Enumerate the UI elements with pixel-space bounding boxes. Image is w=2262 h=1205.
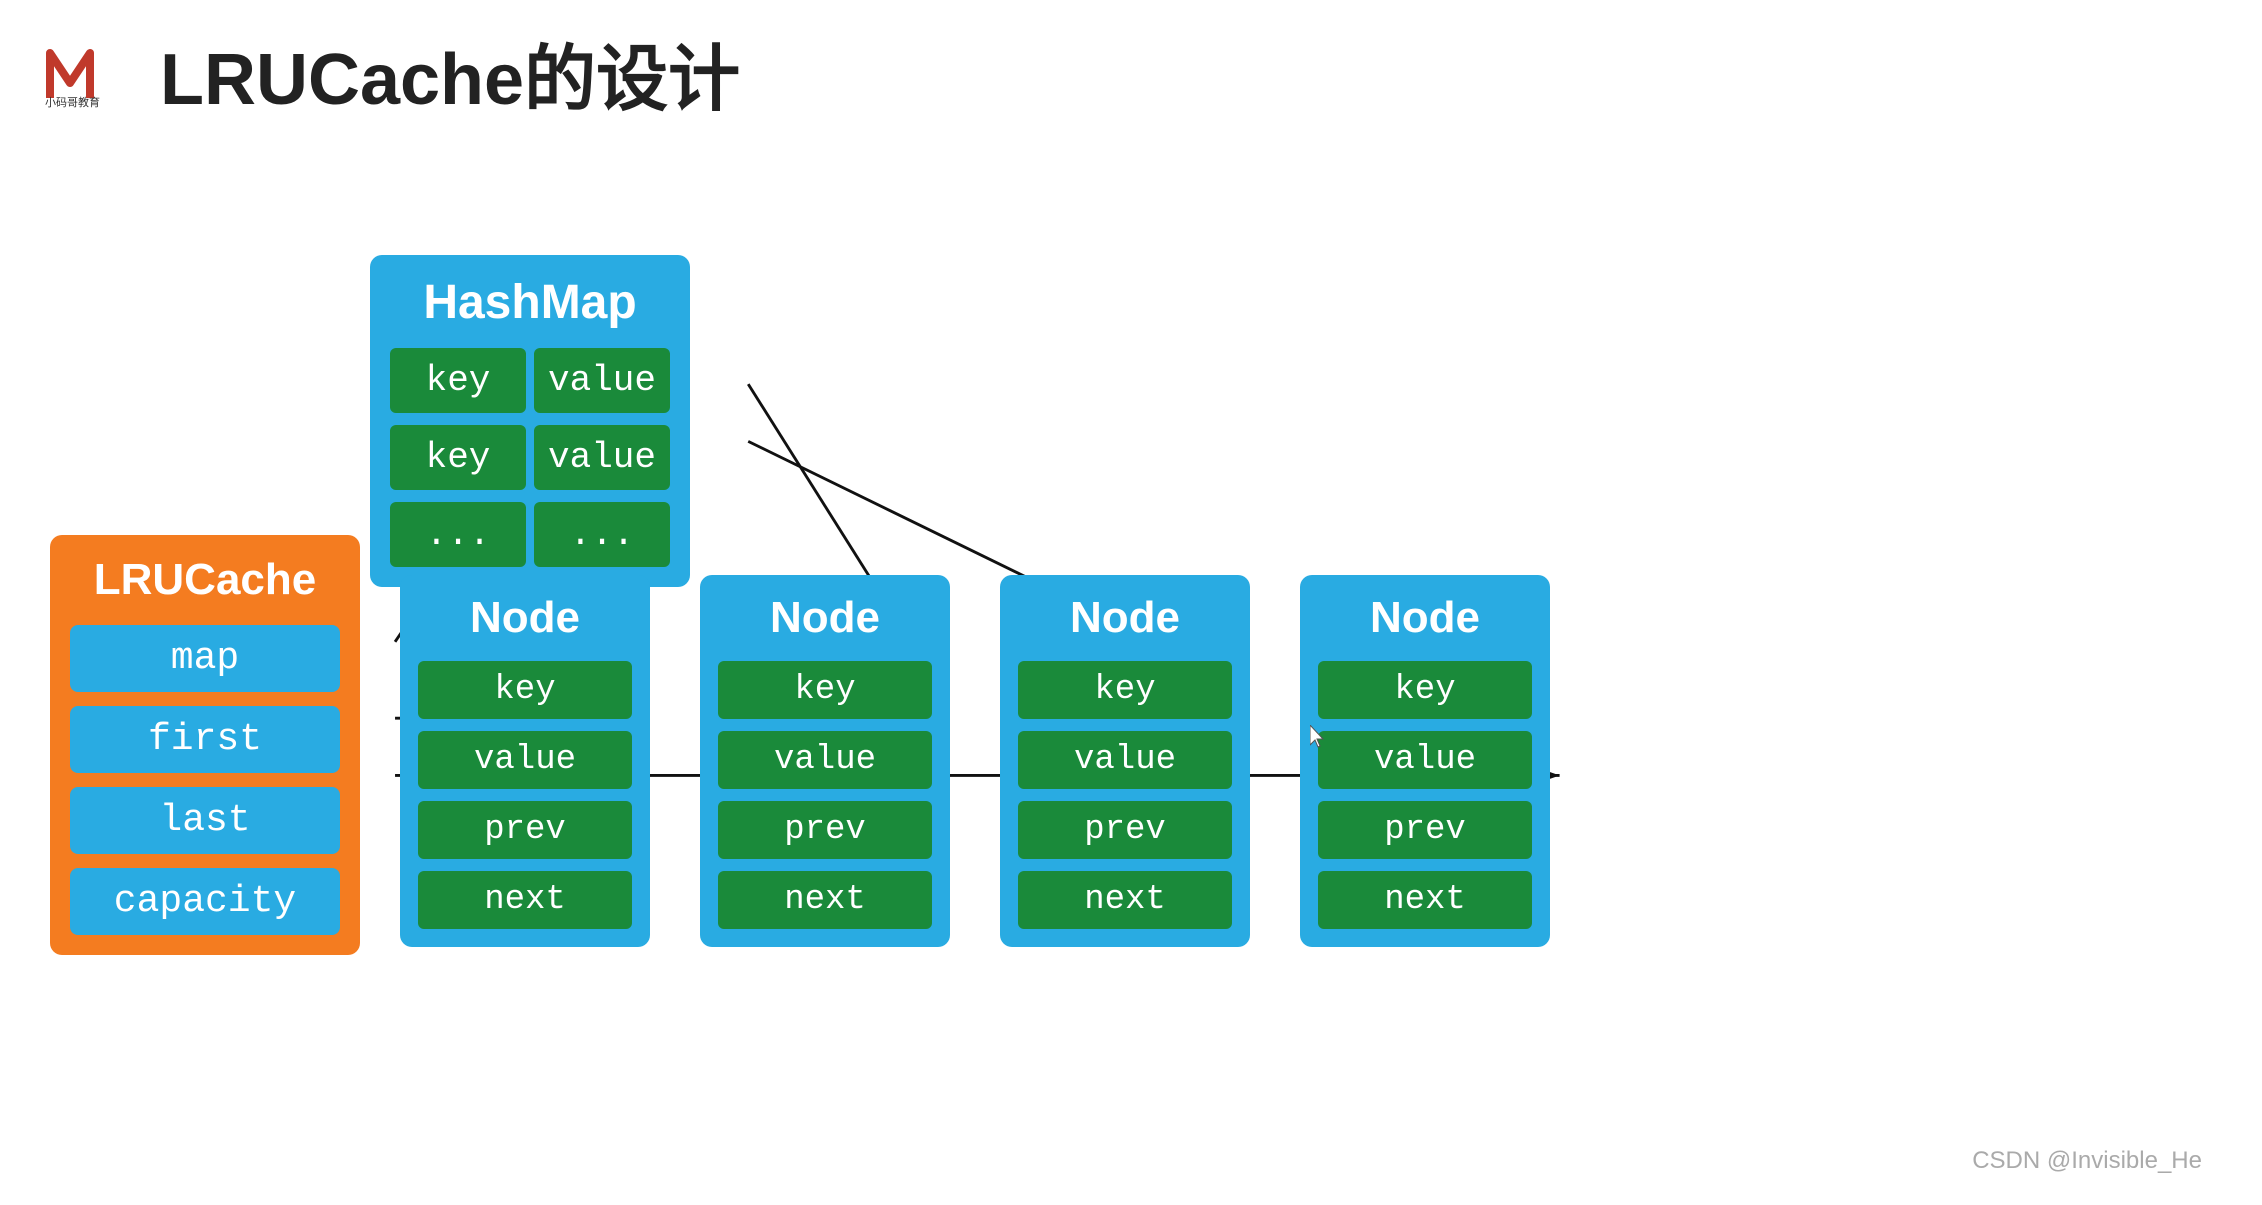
hashmap-dots-2: ...	[534, 502, 670, 567]
lrucache-title: LRUCache	[70, 555, 340, 605]
hashmap-row-3: ... ...	[390, 502, 670, 567]
node3-key: key	[1018, 661, 1232, 719]
lrucache-field-last: last	[70, 787, 340, 854]
diagram: LRUCache map first last capacity HashMap…	[0, 155, 2262, 1205]
node3-value: value	[1018, 731, 1232, 789]
node1-prev: prev	[418, 801, 632, 859]
hashmap-key-2: key	[390, 425, 526, 490]
node-box-3: Node key value prev next	[1000, 575, 1250, 947]
hashmap-row-2: key value	[390, 425, 670, 490]
watermark: CSDN @Invisible_He	[1972, 1147, 2202, 1175]
hashmap-key-1: key	[390, 348, 526, 413]
lrucache-box: LRUCache map first last capacity	[50, 535, 360, 955]
lrucache-field-map: map	[70, 625, 340, 692]
node4-key: key	[1318, 661, 1532, 719]
node-title-4: Node	[1318, 593, 1532, 643]
node-box-4: Node key value prev next	[1300, 575, 1550, 947]
logo-area: 小码哥教育 SEEMYGO	[40, 38, 140, 108]
node3-prev: prev	[1018, 801, 1232, 859]
node2-key: key	[718, 661, 932, 719]
node-box-2: Node key value prev next	[700, 575, 950, 947]
hashmap-box: HashMap key value key value ... ...	[370, 255, 690, 587]
node4-next: next	[1318, 871, 1532, 929]
header: 小码哥教育 SEEMYGO LRUCache的设计	[0, 0, 2262, 145]
node-box-1: Node key value prev next	[400, 575, 650, 947]
page-title: LRUCache的设计	[160, 20, 740, 125]
node2-value: value	[718, 731, 932, 789]
lrucache-field-capacity: capacity	[70, 868, 340, 935]
hashmap-value-2: value	[534, 425, 670, 490]
node1-value: value	[418, 731, 632, 789]
svg-text:小码哥教育: 小码哥教育	[45, 95, 100, 108]
node1-key: key	[418, 661, 632, 719]
hashmap-dots-1: ...	[390, 502, 526, 567]
hashmap-title: HashMap	[390, 275, 670, 330]
node3-next: next	[1018, 871, 1232, 929]
logo-icon: 小码哥教育 SEEMYGO	[40, 38, 140, 108]
hashmap-value-1: value	[534, 348, 670, 413]
node-title-2: Node	[718, 593, 932, 643]
node-title-3: Node	[1018, 593, 1232, 643]
node4-prev: prev	[1318, 801, 1532, 859]
node4-value: value	[1318, 731, 1532, 789]
hashmap-row-1: key value	[390, 348, 670, 413]
node2-next: next	[718, 871, 932, 929]
node1-next: next	[418, 871, 632, 929]
node-title-1: Node	[418, 593, 632, 643]
lrucache-field-first: first	[70, 706, 340, 773]
node2-prev: prev	[718, 801, 932, 859]
